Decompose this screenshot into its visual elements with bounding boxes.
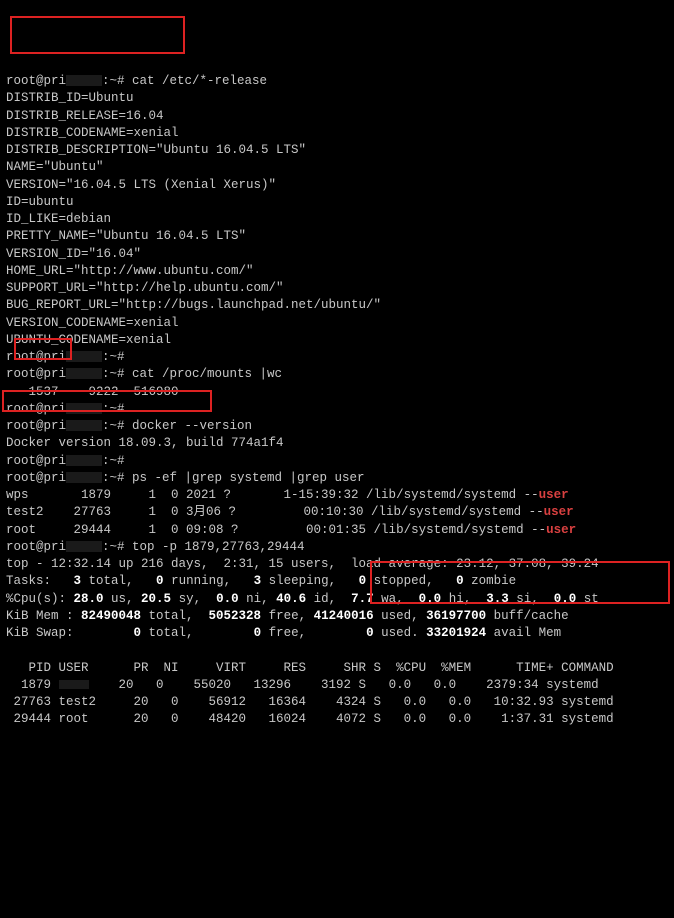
terminal[interactable]: root@pri:~# cat /etc/*-release DISTRIB_I… [6,73,668,729]
highlight-distrib [10,16,185,54]
